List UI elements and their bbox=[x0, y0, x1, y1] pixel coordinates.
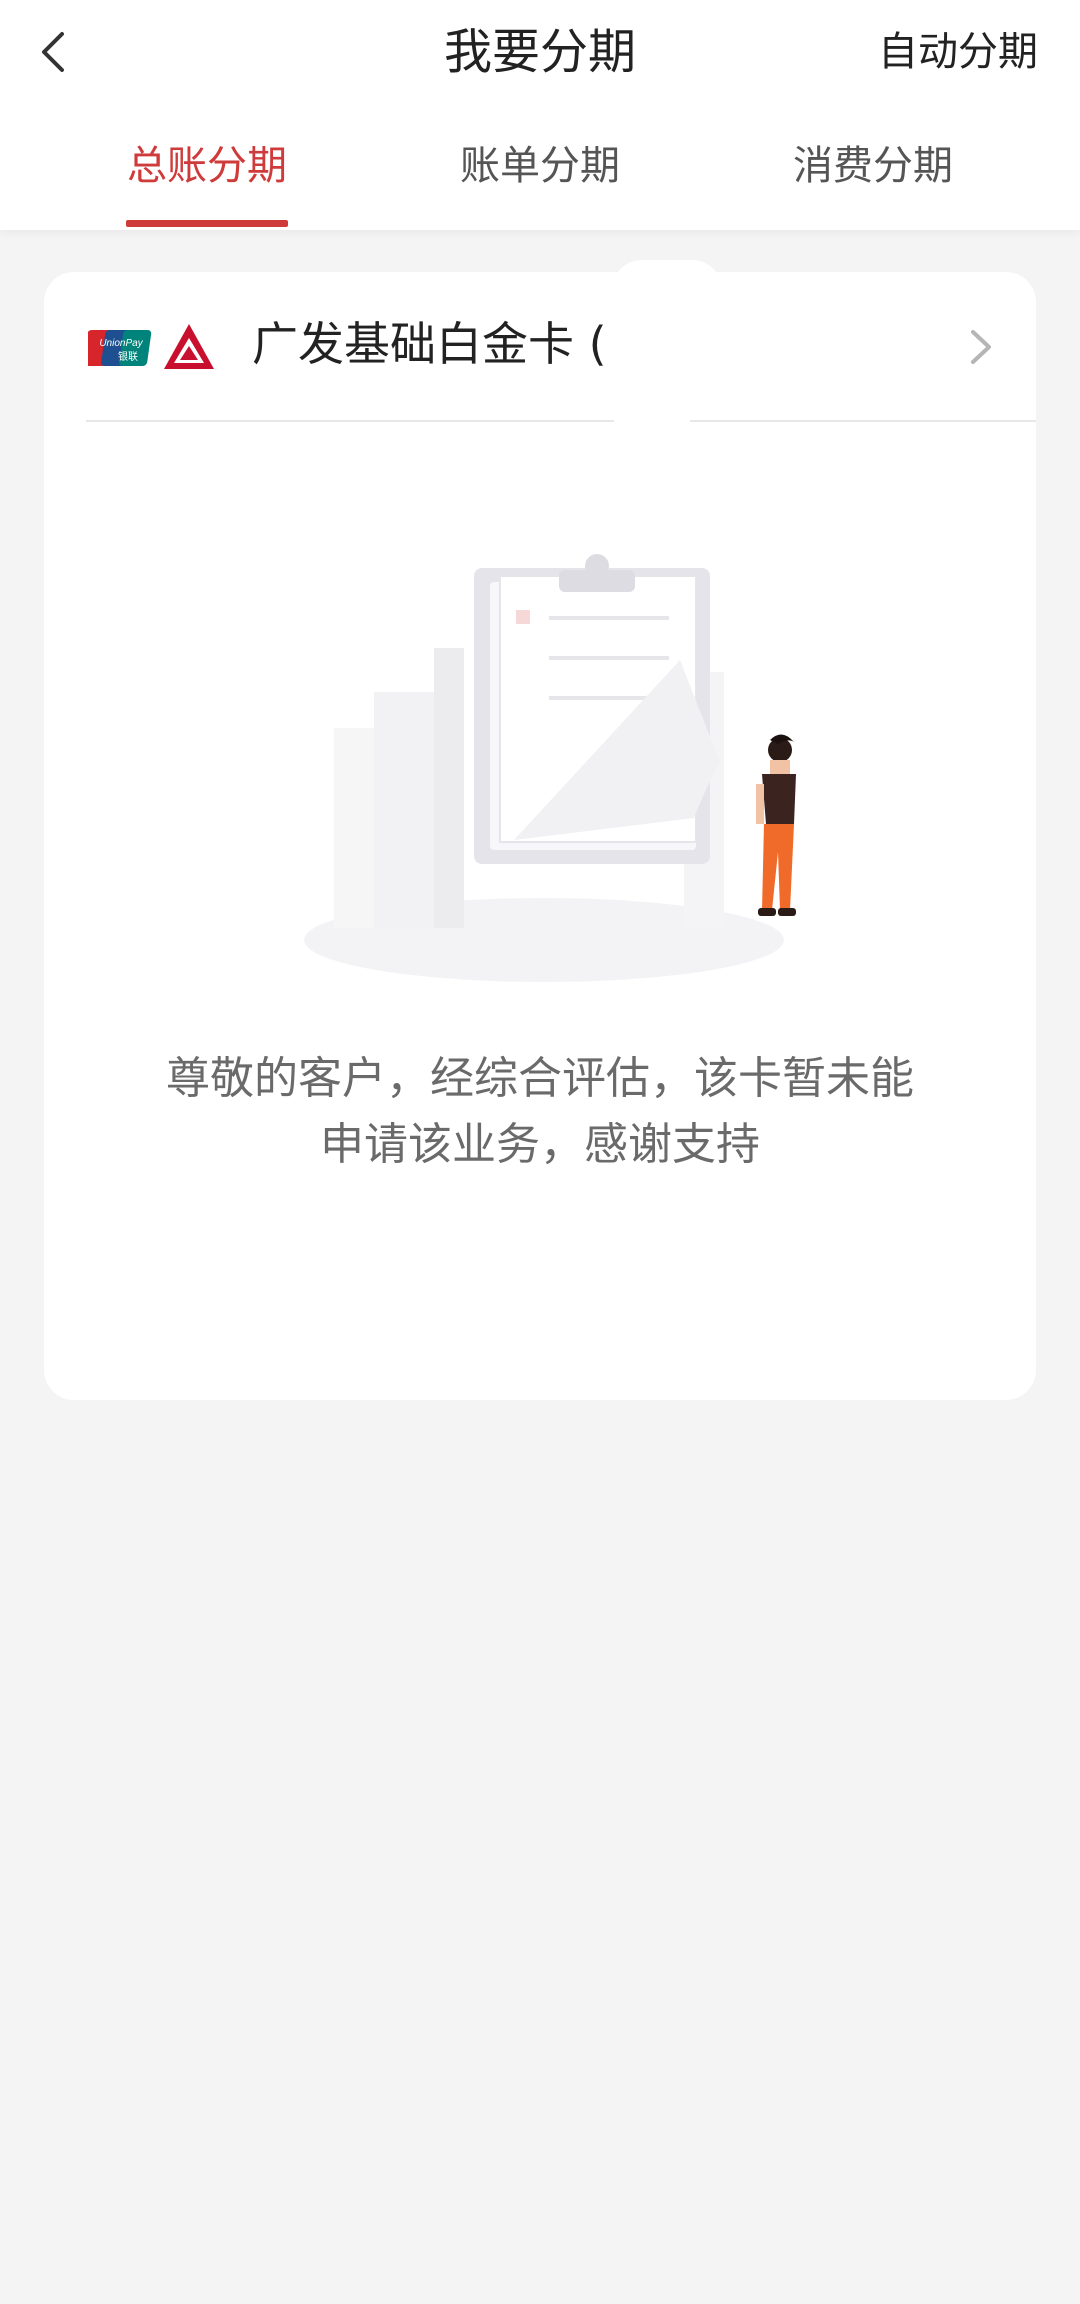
svg-text:UnionPay: UnionPay bbox=[99, 338, 143, 349]
active-tab-indicator bbox=[126, 220, 288, 227]
top-bar: 我要分期 自动分期 总账分期 账单分期 消费分期 bbox=[0, 0, 1080, 230]
chevron-right-icon bbox=[971, 330, 991, 364]
unionpay-logo: UnionPay 银联 bbox=[88, 330, 152, 366]
tab-purchase-installment[interactable]: 消费分期 bbox=[763, 138, 983, 194]
cgb-bank-logo bbox=[164, 324, 214, 369]
installment-card-panel: UnionPay 银联 广发基础白金卡 (尊敬的客户，经综合评估，该卡暂未能 … bbox=[44, 260, 1036, 1400]
tab-bill-installment[interactable]: 账单分期 bbox=[430, 138, 650, 194]
header-notch bbox=[612, 260, 722, 430]
empty-state-message: 尊敬的客户，经综合评估，该卡暂未能 申请该业务，感谢支持 bbox=[44, 1046, 1036, 1178]
clipboard-person-illustration bbox=[304, 554, 796, 982]
svg-text:银联: 银联 bbox=[118, 350, 138, 363]
divider bbox=[690, 420, 1036, 422]
card-name-label: 广发基础白金卡 ( bbox=[252, 317, 607, 371]
divider bbox=[86, 420, 614, 422]
message-line-2: 申请该业务，感谢支持 bbox=[320, 1119, 760, 1170]
tab-bar: 总账分期 账单分期 消费分期 bbox=[0, 120, 1080, 230]
card-selector[interactable]: UnionPay 银联 广发基础白金卡 ( bbox=[44, 272, 1036, 422]
auto-installment-button[interactable]: 自动分期 bbox=[878, 24, 1038, 80]
message-line-1: 尊敬的客户，经综合评估，该卡暂未能 bbox=[166, 1053, 914, 1104]
tab-total-installment[interactable]: 总账分期 bbox=[97, 138, 317, 194]
